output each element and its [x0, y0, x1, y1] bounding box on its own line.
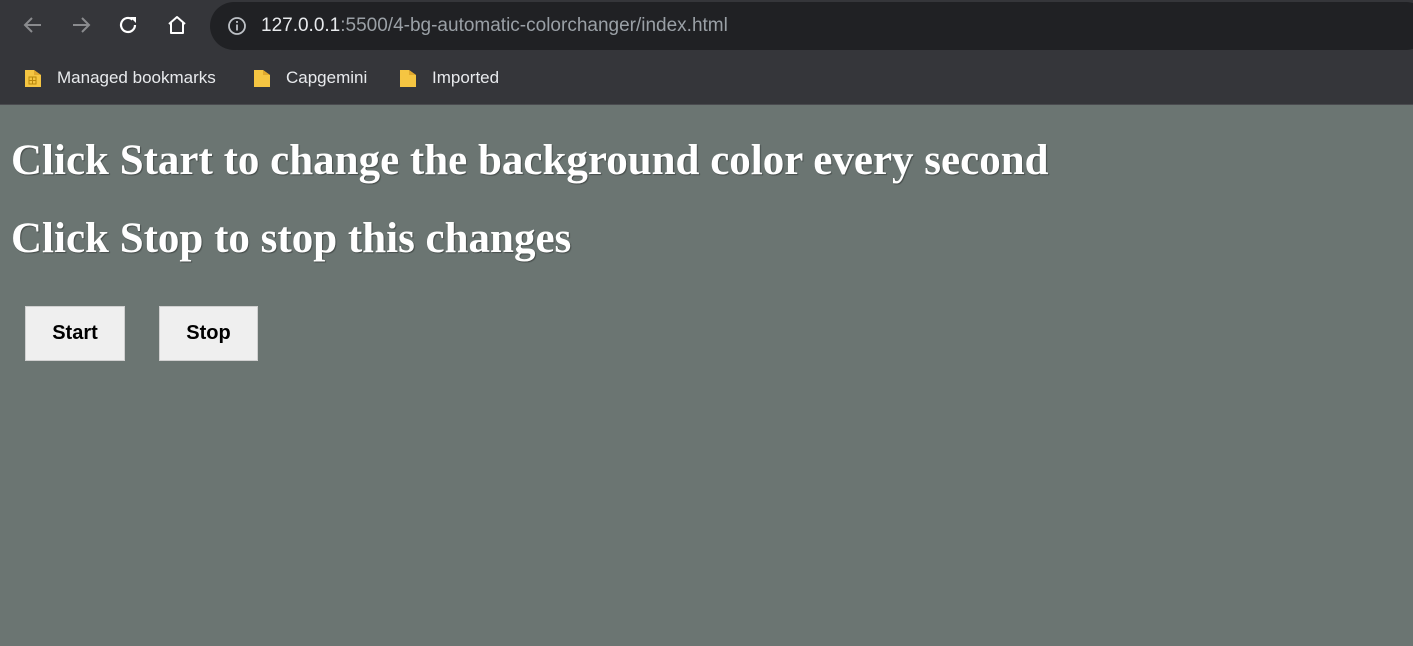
bookmark-label: Capgemini	[286, 68, 368, 87]
arrow-left-icon	[23, 17, 41, 33]
folder-icon	[400, 70, 416, 87]
bookmark-managed-bookmarks[interactable]: Managed bookmarks	[24, 66, 216, 90]
stop-instruction-heading: Click Stop to stop this changes	[11, 215, 572, 262]
url-host: 127.0.0.1	[261, 15, 341, 36]
page-content: Click Start to change the background col…	[0, 106, 1413, 646]
bookmark-capgemini[interactable]: Capgemini	[253, 66, 367, 90]
address-bar[interactable]: 127.0.0.1:5500/4-bg-automatic-colorchang…	[210, 2, 1413, 50]
home-button[interactable]	[160, 8, 194, 42]
managed-folder-icon	[25, 70, 41, 87]
reload-button[interactable]	[111, 8, 145, 42]
start-button[interactable]: Start	[25, 306, 125, 361]
start-instruction-heading: Click Start to change the background col…	[11, 137, 1049, 184]
bookmark-imported[interactable]: Imported	[399, 66, 499, 90]
url-path: :5500/4-bg-automatic-colorchanger/index.…	[340, 15, 728, 36]
folder-icon	[254, 70, 270, 87]
info-icon[interactable]	[227, 16, 247, 36]
bookmark-label: Managed bookmarks	[57, 68, 216, 87]
stop-button[interactable]: Stop	[159, 306, 258, 361]
bookmark-label: Imported	[432, 68, 500, 87]
home-icon	[168, 16, 186, 34]
arrow-right-icon	[73, 17, 91, 33]
back-button[interactable]	[16, 8, 50, 42]
reload-icon	[119, 16, 137, 34]
bookmarks-bar: Managed bookmarks Capgemini Imported	[0, 52, 1413, 105]
browser-toolbar: 127.0.0.1:5500/4-bg-automatic-colorchang…	[0, 0, 1413, 52]
forward-button[interactable]	[64, 8, 98, 42]
url-text[interactable]: 127.0.0.1:5500/4-bg-automatic-colorchang…	[261, 15, 728, 37]
